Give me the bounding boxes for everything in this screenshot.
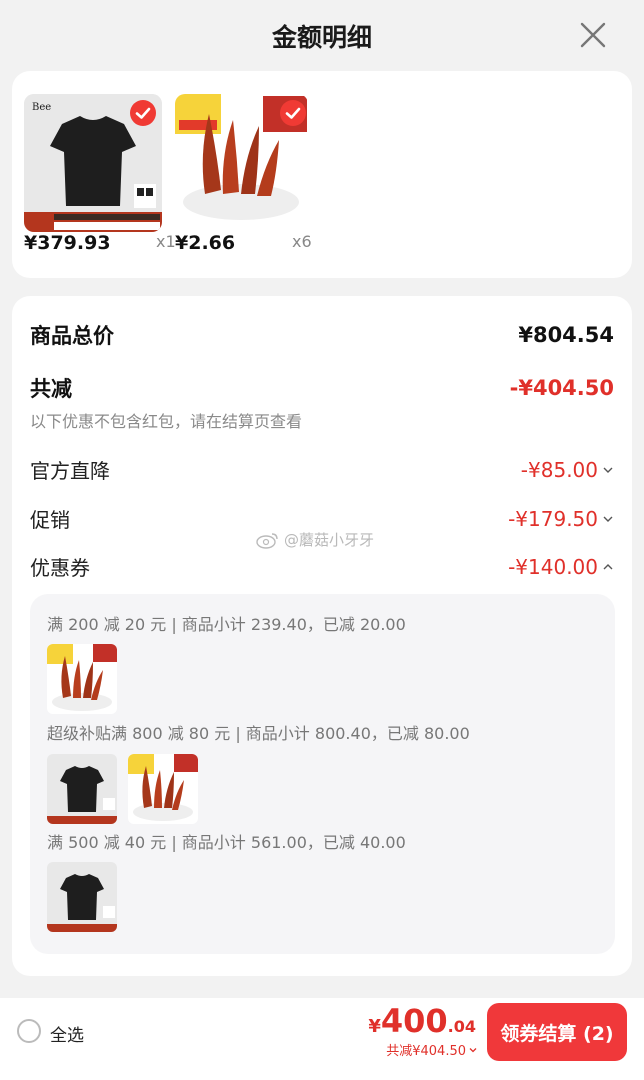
watermark: @蘑菇小牙牙 [256, 529, 374, 550]
discount-item-value: -¥179.50 [508, 507, 614, 531]
chevron-down-icon[interactable] [602, 513, 614, 525]
product-list: Bee ¥379.93 x1 ¥2.66 x6 [12, 71, 632, 278]
total-value: ¥804.54 [518, 323, 614, 347]
coupon-rule: 满 500 减 40 元 | 商品小计 561.00，已减 40.00 [47, 833, 406, 852]
discount-item-label: 优惠券 [30, 556, 90, 580]
select-all-label[interactable]: 全选 [50, 1021, 84, 1046]
product-quantity: x6 [292, 232, 312, 251]
coupon-product-thumbnail [47, 862, 117, 932]
checkout-button[interactable]: 领券结算 (2) [487, 1003, 627, 1061]
discount-row-official[interactable]: 官方直降 -¥85.00 [30, 455, 614, 484]
amount-detail: 商品总价 ¥804.54 共减 -¥404.50 以下优惠不包含红包，请在结算页… [12, 296, 632, 976]
checkout-bar: 全选 ¥400.04 共减¥404.50 领券结算 (2) [0, 998, 644, 1080]
page-title: 金额明细 [271, 23, 372, 52]
discount-note: 以下优惠不包含红包，请在结算页查看 [30, 412, 303, 431]
discount-item-value: -¥85.00 [521, 458, 614, 482]
coupon-rule: 满 200 减 20 元 | 商品小计 239.40，已减 20.00 [47, 615, 406, 634]
checkmark-icon[interactable] [280, 100, 306, 126]
product-price: ¥379.93 [24, 232, 111, 254]
product-quantity: x1 [156, 232, 176, 251]
select-all-radio[interactable] [17, 1019, 41, 1043]
chevron-down-icon[interactable] [602, 464, 614, 476]
discount-item-label: 促销 [30, 508, 70, 532]
coupon-rule: 超级补贴满 800 减 80 元 | 商品小计 800.40，已减 80.00 [47, 724, 470, 743]
discount-row-coupon[interactable]: 优惠券 -¥140.00 [30, 552, 614, 581]
brand-logo-text: Bee [32, 102, 52, 113]
close-icon[interactable] [578, 20, 608, 50]
discount-label: 共减 [30, 377, 72, 401]
chevron-down-icon [469, 1047, 477, 1052]
total-label: 商品总价 [30, 324, 114, 348]
discount-total-row: 共减 -¥404.50 [30, 373, 614, 403]
total-price: ¥400.04 [368, 1002, 476, 1040]
discount-value: -¥404.50 [509, 376, 614, 400]
saved-amount[interactable]: 共减¥404.50 [386, 1040, 478, 1059]
watermark-text: @蘑菇小牙牙 [284, 531, 375, 549]
chevron-up-icon[interactable] [602, 561, 614, 573]
discount-item-value: -¥140.00 [508, 555, 614, 579]
coupon-product-thumbnail [47, 644, 117, 714]
discount-item-label: 官方直降 [30, 459, 110, 483]
total-row: 商品总价 ¥804.54 [30, 320, 614, 350]
coupon-product-thumbnail [128, 754, 198, 824]
coupon-detail-panel: 满 200 减 20 元 | 商品小计 239.40，已减 20.00 超级补贴… [30, 594, 615, 954]
coupon-product-thumbnail [47, 754, 117, 824]
checkmark-icon[interactable] [130, 100, 156, 126]
weibo-icon [256, 532, 278, 549]
product-price: ¥2.66 [175, 232, 236, 254]
header: 金额明细 [0, 0, 644, 70]
